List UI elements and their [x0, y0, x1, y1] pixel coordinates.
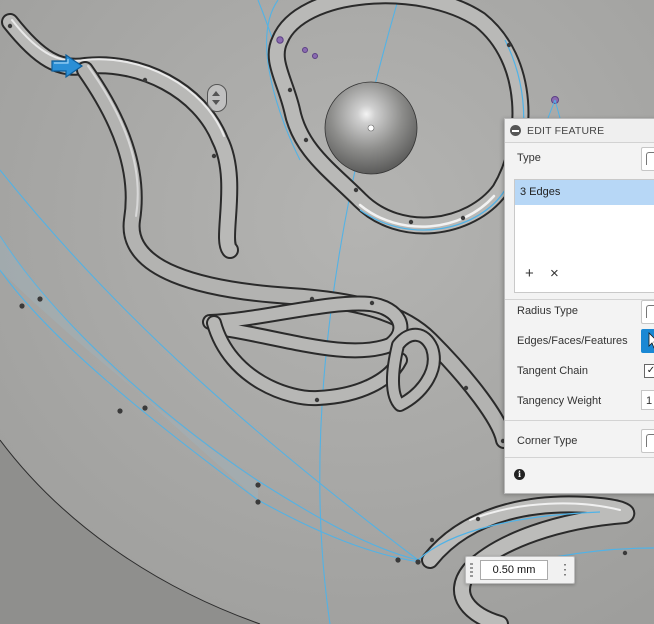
type-row: Type [517, 148, 541, 168]
radius-type-row: Radius Type [517, 301, 578, 321]
zoom-handle-icon[interactable] [207, 84, 227, 112]
tangency-weight-row: Tangency Weight [517, 391, 601, 411]
corner-type-label: Corner Type [517, 435, 578, 447]
plus-icon[interactable]: + [525, 266, 534, 281]
tangent-chain-label: Tangent Chain [517, 365, 588, 377]
edges-select-button[interactable] [641, 329, 654, 353]
grip-icon[interactable] [470, 563, 473, 577]
divider [505, 420, 654, 421]
radius-type-button[interactable] [641, 300, 654, 324]
close-icon[interactable]: × [550, 266, 559, 281]
panel-title: EDIT FEATURE [527, 124, 605, 137]
collapse-icon[interactable] [510, 125, 521, 136]
tangent-chain-row: Tangent Chain [517, 361, 588, 381]
radius-type-label: Radius Type [517, 305, 578, 317]
selection-list[interactable]: 3 Edges + × [514, 179, 654, 293]
type-label: Type [517, 152, 541, 164]
down-arrow-icon [212, 100, 220, 105]
tangent-chain-checkbox[interactable]: ✓ [644, 364, 654, 378]
edges-faces-label: Edges/Faces/Features [517, 335, 628, 347]
type-button[interactable] [641, 147, 654, 171]
fillet-value-box: 0.50 mm ⋮ [465, 556, 575, 584]
divider [505, 457, 654, 458]
drag-arrow-icon[interactable] [50, 53, 86, 79]
up-arrow-icon [212, 91, 220, 96]
tangency-weight-input[interactable]: 1 [641, 390, 654, 410]
corner-type-row: Corner Type [517, 431, 577, 451]
divider [505, 299, 654, 300]
radius-type-icon [646, 305, 654, 318]
edit-feature-panel: EDIT FEATURE Type 3 Edges + × Radius Typ… [504, 118, 654, 494]
info-icon[interactable]: i [514, 469, 525, 480]
select-cursor-icon [648, 332, 654, 349]
tangency-weight-label: Tangency Weight [517, 395, 602, 407]
corner-type-button[interactable] [641, 429, 654, 453]
panel-header: EDIT FEATURE [505, 119, 654, 143]
fillet-type-icon [646, 152, 654, 165]
edges-faces-row: Edges/Faces/Features [517, 331, 628, 351]
more-icon[interactable]: ⋮ [558, 562, 572, 576]
corner-type-icon [646, 434, 654, 447]
selection-item[interactable]: 3 Edges [515, 180, 654, 205]
fillet-radius-input[interactable]: 0.50 mm [480, 560, 548, 580]
